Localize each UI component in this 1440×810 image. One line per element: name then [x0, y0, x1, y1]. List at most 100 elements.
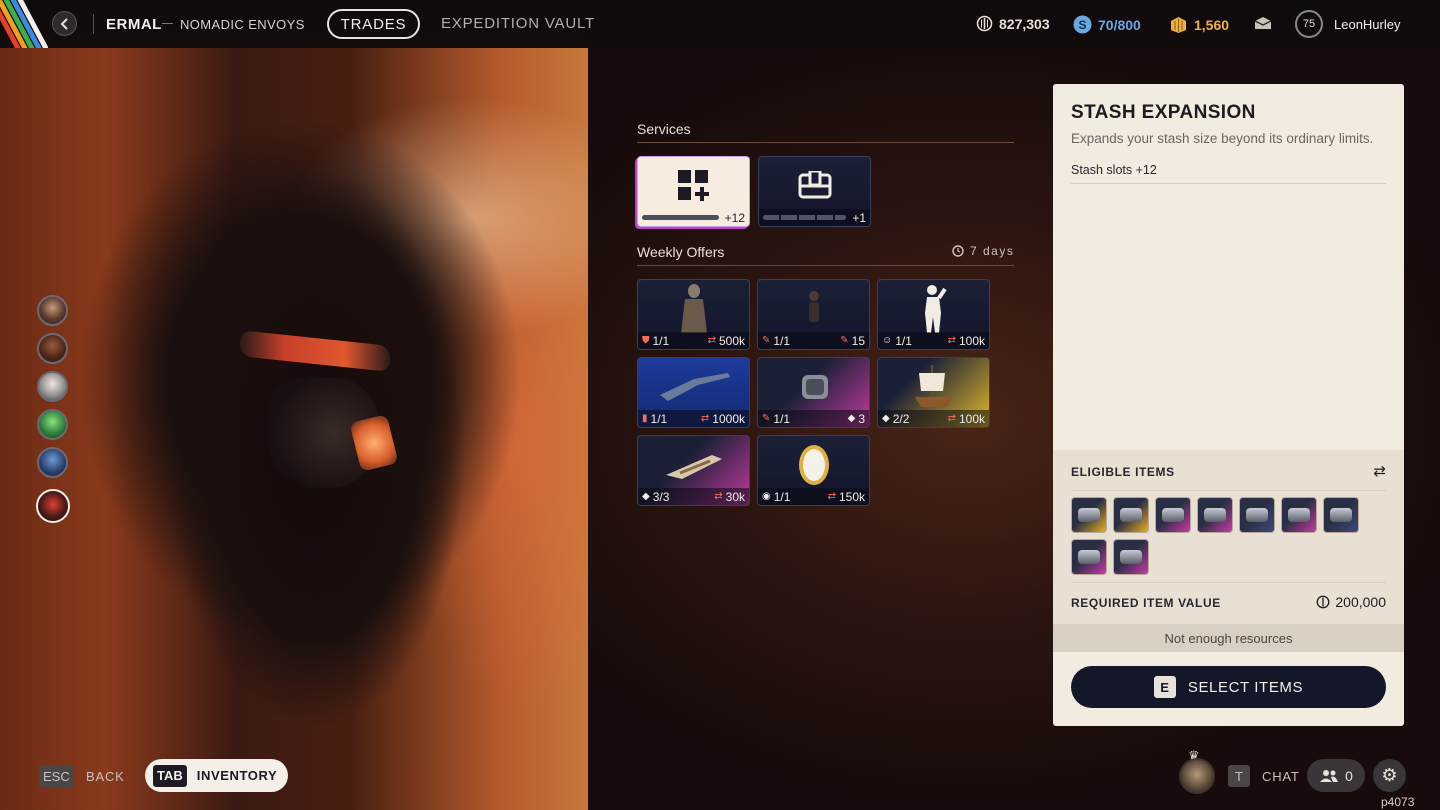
offer-price: 150k — [838, 489, 865, 504]
tab-expedition-vault[interactable]: EXPEDITION VAULT — [441, 15, 595, 32]
player-level-badge[interactable]: 75 — [1295, 10, 1323, 38]
chevron-left-icon — [60, 17, 68, 30]
credits-icon: ◉ — [762, 491, 771, 502]
swap-icon[interactable]: ⇄ — [1373, 462, 1386, 480]
friends-icon — [1320, 769, 1339, 782]
offer-price: 100k — [958, 411, 985, 426]
item-info-panel: STASH EXPANSION Expands your stash size … — [1053, 84, 1404, 726]
friends-button[interactable]: 0 — [1307, 759, 1365, 792]
build-id: p4073 — [1381, 795, 1415, 809]
weekly-offer-card[interactable]: ▮ 1/1 ⇄ 1000k — [637, 357, 750, 428]
wrench-icon: ✎ — [840, 335, 849, 346]
inventory-label: INVENTORY — [196, 768, 278, 783]
vendor-avatar-2[interactable] — [37, 333, 68, 364]
clock-icon — [952, 245, 964, 257]
weekly-offer-card[interactable]: ☺ 1/1 ⇄ 100k — [877, 279, 990, 350]
offer-stock: 3/3 — [652, 489, 670, 504]
offer-white-pose-image — [878, 280, 989, 338]
service-progress-bar — [642, 215, 719, 220]
vendor-avatar-1[interactable] — [37, 295, 68, 326]
eligible-items-label: ELIGIBLE ITEMS — [1071, 465, 1175, 479]
offer-price: 500k — [718, 333, 745, 348]
resource-status: Not enough resources — [1053, 624, 1404, 652]
service-badge: +12 — [724, 210, 745, 225]
mail-icon[interactable] — [1254, 16, 1272, 30]
divider — [1071, 183, 1386, 184]
info-title: STASH EXPANSION — [1071, 102, 1256, 123]
eligible-item-slot[interactable] — [1281, 497, 1317, 533]
offer-price: 100k — [958, 333, 985, 348]
offer-price: 1000k — [712, 411, 745, 426]
mod-part-icon — [1204, 508, 1226, 522]
eligible-item-slot[interactable] — [1323, 497, 1359, 533]
select-items-button[interactable]: E SELECT ITEMS — [1071, 666, 1386, 708]
mod-part-icon — [1246, 508, 1268, 522]
vendor-avatar-3[interactable] — [37, 371, 68, 402]
weekly-offer-card[interactable]: ✎ 1/1 ✎ 15 — [757, 279, 870, 350]
back-arrow-button[interactable] — [52, 11, 77, 36]
friends-count: 0 — [1345, 767, 1353, 784]
vendor-avatar-4[interactable] — [37, 409, 68, 440]
eligible-item-slot[interactable] — [1071, 497, 1107, 533]
grid-plus-icon — [677, 170, 709, 201]
divider — [162, 23, 173, 24]
weekly-offer-card[interactable]: ◆ 3/3 ⇄ 30k — [637, 435, 750, 506]
mod-part-icon — [1288, 508, 1310, 522]
settings-gear-icon[interactable]: ⚙ — [1373, 759, 1406, 792]
info-description: Expands your stash size beyond its ordin… — [1071, 131, 1374, 146]
book-icon: ▮ — [642, 413, 648, 424]
required-value-amount: 200,000 — [1335, 594, 1386, 610]
weekly-offer-card[interactable]: ✎ 1/1 ◆ 3 — [757, 357, 870, 428]
weekly-offer-card[interactable]: ◉ 1/1 ⇄ 150k — [757, 435, 870, 506]
eligible-item-slot[interactable] — [1155, 497, 1191, 533]
key-hint-esc[interactable]: ESC — [39, 765, 74, 787]
swap-icon: ⇄ — [827, 491, 836, 502]
vendor-name: ERMAL — [106, 16, 162, 33]
divider — [1071, 582, 1386, 583]
offer-small-figure-image — [758, 280, 869, 338]
service-progress-bar — [763, 215, 847, 220]
tokens-icon: S — [1073, 15, 1092, 34]
vendor-avatar-5[interactable] — [37, 447, 68, 478]
party-leader-avatar[interactable] — [1179, 758, 1215, 794]
services-title: Services — [637, 121, 691, 137]
credits-value: 827,303 — [999, 15, 1050, 32]
chat-label[interactable]: CHAT — [1262, 769, 1300, 784]
weekly-offer-card[interactable]: ⛊ 1/1 ⇄ 500k — [637, 279, 750, 350]
required-value-label: REQUIRED ITEM VALUE — [1071, 596, 1221, 610]
service-chest-upgrade[interactable]: +1 — [758, 156, 871, 227]
offer-price: 15 — [851, 333, 865, 348]
vendor-faction: NOMADIC ENVOYS — [180, 17, 305, 32]
vendor-avatar-selected[interactable] — [36, 489, 70, 523]
eligible-item-slot[interactable] — [1113, 497, 1149, 533]
service-badge: +1 — [852, 210, 866, 225]
key-hint-tab: TAB — [153, 764, 187, 787]
divider — [1071, 490, 1386, 491]
divider — [93, 14, 94, 34]
eligible-item-slot[interactable] — [1239, 497, 1275, 533]
tokens-value: 70/800 — [1098, 16, 1141, 33]
weekly-timer-text: 7 days — [970, 244, 1015, 258]
key-hint-t[interactable]: T — [1228, 765, 1250, 787]
eligible-item-slot[interactable] — [1197, 497, 1233, 533]
offer-price: 30k — [725, 489, 745, 504]
player-name[interactable]: LeonHurley — [1334, 17, 1401, 32]
chest-icon — [798, 171, 831, 199]
service-stash-expansion[interactable]: +12 — [637, 156, 750, 227]
wrench-icon: ✎ — [762, 413, 771, 424]
inventory-button[interactable]: TAB INVENTORY — [145, 759, 288, 792]
currency-tokens: S 70/800 — [1073, 15, 1141, 34]
weekly-offer-card[interactable]: ◆ 2/2 ⇄ 100k — [877, 357, 990, 428]
tab-trades[interactable]: TRADES — [327, 9, 420, 39]
offer-metal-part-image — [758, 358, 869, 416]
eligible-item-slot[interactable] — [1071, 539, 1107, 575]
offer-egg-shield-image — [758, 436, 869, 494]
offer-speeder-bike-image — [638, 436, 749, 494]
eligible-item-slot[interactable] — [1113, 539, 1149, 575]
offer-stock: 1/1 — [773, 333, 791, 348]
offer-stock: 1/1 — [773, 411, 791, 426]
swap-icon: ⇄ — [700, 413, 710, 424]
back-label[interactable]: BACK — [86, 769, 125, 784]
currency-premium: 1,560 — [1169, 15, 1229, 34]
credits-icon — [1316, 595, 1330, 609]
